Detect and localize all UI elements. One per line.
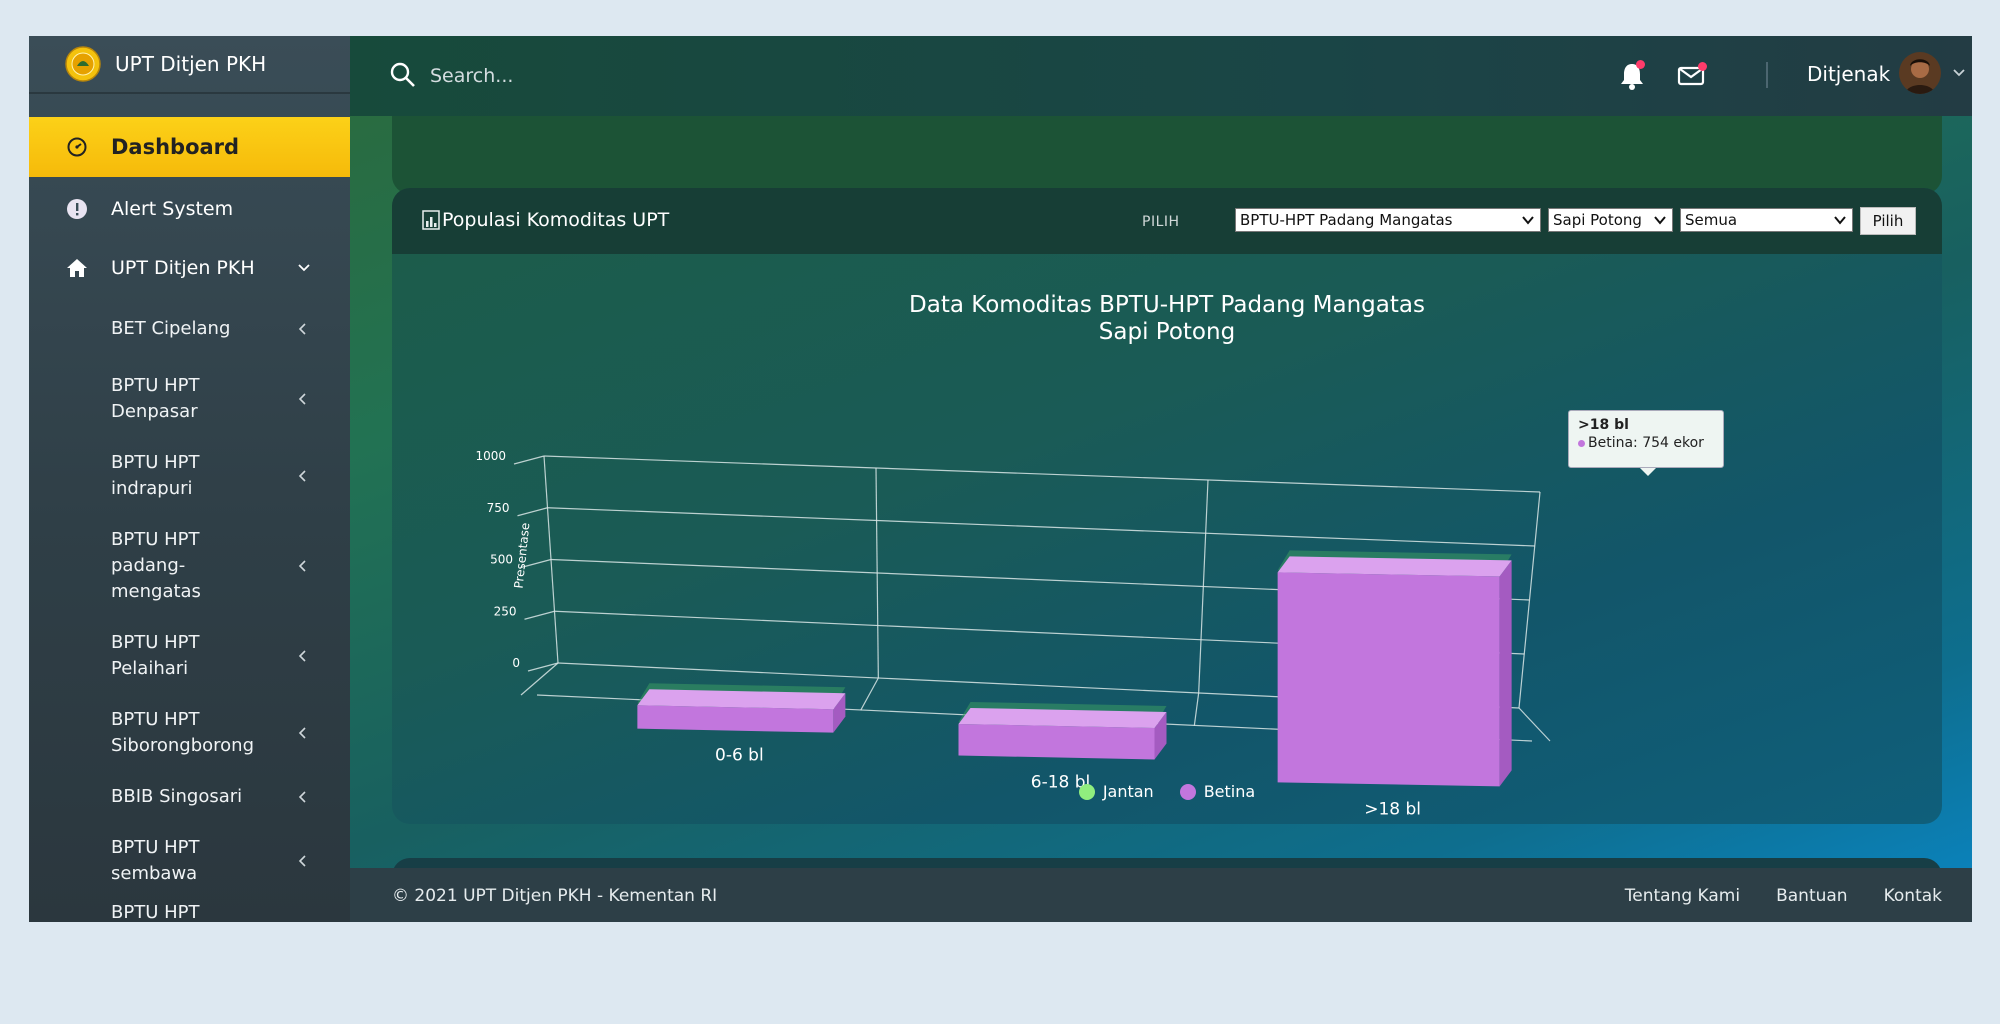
sidebar-subitem-bptu-hpt-pelaihari[interactable]: BPTU HPT Pelaihari	[29, 618, 350, 695]
tooltip-title: >18 bl	[1578, 417, 1629, 433]
chevron-left-icon	[298, 393, 306, 405]
sidebar-subitem-label: BPTU HPT padang- mengatas	[111, 529, 201, 602]
sidebar-subitem-label: BET Cipelang	[111, 318, 231, 339]
legend-marker	[1078, 783, 1095, 800]
sidebar-subitem-bptu-hpt-sembawa[interactable]: BPTU HPT sembawa	[29, 823, 350, 900]
sidebar-subitem-label: BBIB Singosari	[111, 786, 243, 807]
bar-chart-3d: 02505007501000Presentase0-6 bl6-18 bl>18…	[475, 449, 1551, 819]
brand-logo-icon	[65, 46, 101, 82]
search-icon[interactable]	[388, 60, 418, 90]
mail-icon[interactable]	[1674, 58, 1708, 92]
y-axis-title: Presentase	[512, 522, 533, 589]
sidebar-subitem-label: BPTU HPT	[111, 902, 200, 922]
footer-link-kontak[interactable]: Kontak	[1884, 886, 1942, 906]
sidebar-subitem-bptu-hpt-padang-mengatas[interactable]: BPTU HPT padang- mengatas	[29, 515, 350, 618]
user-name[interactable]: Ditjenak	[1807, 62, 1890, 86]
sidebar-subitem-label: BPTU HPT Denpasar	[111, 375, 200, 422]
y-tick-label: 1000	[475, 449, 506, 463]
chart-legend: Jantan Betina	[392, 782, 1942, 801]
sidebar-subitem-bet-cipelang[interactable]: BET Cipelang	[29, 295, 350, 361]
legend-marker	[1179, 783, 1196, 800]
gridline-h	[543, 455, 1541, 493]
gauge-icon	[65, 135, 89, 159]
bar-betina-front	[958, 723, 1155, 760]
sidebar-subitem-label: BPTU HPT sembawa	[111, 837, 200, 884]
bar-betina-side	[1499, 560, 1512, 787]
x-tick-label: >18 bl	[1364, 799, 1421, 819]
y-tick-mark	[517, 507, 548, 517]
footer-link-tentang-kami[interactable]: Tentang Kami	[1625, 886, 1740, 906]
y-tick-mark	[524, 610, 555, 620]
sidebar-subitem-bptu-hpt[interactable]: BPTU HPT	[29, 900, 350, 922]
sidebar-subitem-bptu-hpt-denpasar[interactable]: BPTU HPT Denpasar	[29, 361, 350, 438]
y-tick-label: 750	[487, 501, 510, 515]
sidebar-item-alert-system[interactable]: Alert System	[29, 177, 350, 241]
sidebar-item-label: Alert System	[111, 198, 234, 220]
x-tick-label: 0-6 bl	[715, 746, 764, 766]
avatar[interactable]	[1899, 52, 1941, 94]
sidebar-subitem-bptu-hpt-indrapuri[interactable]: BPTU HPT indrapuri	[29, 438, 350, 515]
bar-betina-front	[637, 705, 834, 733]
chevron-left-icon	[298, 650, 306, 662]
footer-links: Tentang Kami Bantuan Kontak	[1625, 886, 1942, 906]
tooltip-text: Betina: 754 ekor	[1588, 435, 1704, 451]
floor-line	[860, 677, 879, 711]
sidebar-menu: Dashboard Alert System UPT Ditjen PKH BE…	[29, 117, 350, 922]
tooltip-arrow	[1640, 468, 1656, 476]
sidebar-item-label: Dashboard	[111, 135, 240, 159]
tooltip-row: Betina: 754 ekor	[1578, 435, 1714, 451]
legend-item-jantan[interactable]: Jantan	[1078, 782, 1154, 801]
y-tick-label: 250	[494, 604, 517, 618]
legend-item-betina[interactable]: Betina	[1179, 782, 1256, 801]
chevron-left-icon	[298, 560, 306, 572]
chevron-down-icon	[298, 264, 310, 272]
top-bar: Ditjenak	[350, 36, 1972, 116]
mail-notification-dot	[1698, 62, 1707, 71]
notification-bell-icon[interactable]	[1616, 58, 1648, 92]
bar-betina-front	[1277, 572, 1500, 787]
legend-label: Jantan	[1102, 782, 1154, 801]
chevron-left-icon	[298, 855, 306, 867]
legend-label: Betina	[1203, 782, 1256, 801]
brand[interactable]: UPT Ditjen PKH	[29, 36, 350, 94]
footer: © 2021 UPT Ditjen PKH - Kementan RI Tent…	[350, 868, 1972, 922]
chevron-down-icon[interactable]	[1952, 66, 1966, 80]
copyright-text: © 2021 UPT Ditjen PKH - Kementan RI	[392, 886, 718, 906]
chart-tooltip: >18 bl Betina: 754 ekor	[1568, 410, 1724, 468]
floor-line	[1193, 692, 1200, 726]
chevron-left-icon	[298, 791, 306, 803]
populasi-komoditas-card: Populasi Komoditas UPT PILIH BPTU-HPT Pa…	[392, 188, 1942, 824]
sidebar-item-upt-ditjen-pkh[interactable]: UPT Ditjen PKH	[29, 241, 350, 295]
sidebar: UPT Ditjen PKH Dashboard Alert System UP…	[29, 36, 350, 922]
y-tick-label: 500	[490, 553, 513, 567]
chevron-left-icon	[298, 323, 306, 335]
sidebar-subitem-label: BPTU HPT Siborongborong	[111, 709, 255, 756]
main-content: Populasi Komoditas UPT PILIH BPTU-HPT Pa…	[350, 36, 1972, 922]
footer-link-bantuan[interactable]: Bantuan	[1776, 886, 1848, 906]
tooltip-series-dot	[1578, 440, 1585, 447]
y-tick-mark	[513, 455, 545, 465]
search-input[interactable]	[430, 56, 830, 96]
sidebar-subitem-label: BPTU HPT Pelaihari	[111, 632, 200, 679]
app-window: UPT Ditjen PKH Dashboard Alert System UP…	[29, 36, 1972, 922]
gridline-h	[547, 507, 1535, 547]
notification-dot	[1636, 60, 1645, 69]
sidebar-item-dashboard[interactable]: Dashboard	[29, 117, 350, 177]
sidebar-subitem-bptu-hpt-siborongborong[interactable]: BPTU HPT Siborongborong	[29, 695, 350, 772]
alert-icon	[65, 197, 89, 221]
sidebar-item-label: UPT Ditjen PKH	[111, 257, 255, 279]
sidebar-subitem-label: BPTU HPT indrapuri	[111, 452, 200, 499]
topbar-divider	[1766, 62, 1768, 88]
chevron-left-icon	[298, 727, 306, 739]
home-icon	[65, 256, 89, 280]
brand-name: UPT Ditjen PKH	[115, 52, 267, 76]
floor-line	[1518, 707, 1551, 742]
y-tick-label: 0	[512, 656, 520, 670]
chevron-left-icon	[298, 470, 306, 482]
sidebar-subitem-bbib-singosari[interactable]: BBIB Singosari	[29, 772, 350, 823]
